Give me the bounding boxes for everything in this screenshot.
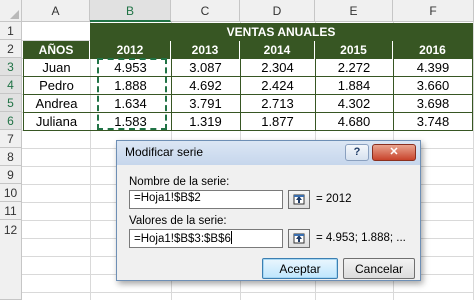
series-values-label: Valores de la serie: bbox=[129, 215, 227, 227]
series-name-collapse-button[interactable] bbox=[288, 190, 310, 209]
row-header-5[interactable]: 5 bbox=[0, 94, 22, 112]
table-border bbox=[393, 58, 394, 130]
row-header-1[interactable]: 1 bbox=[0, 22, 22, 40]
table-border bbox=[23, 58, 24, 130]
row-header-2[interactable]: 2 bbox=[0, 40, 22, 58]
table-cell[interactable]: Juan bbox=[23, 58, 90, 76]
column-header-e[interactable]: E bbox=[315, 0, 393, 22]
row-header-10[interactable]: 10 bbox=[0, 184, 22, 202]
series-values-preview: = 4.953; 1.888; ... bbox=[316, 232, 406, 244]
table-border bbox=[472, 23, 473, 130]
header-cell-2016[interactable]: 2016 bbox=[393, 41, 472, 59]
row-header-9[interactable]: 9 bbox=[0, 166, 22, 184]
column-header-f[interactable]: F bbox=[393, 0, 474, 22]
table-cell[interactable]: 3.698 bbox=[393, 94, 473, 112]
table-cell[interactable]: 3.660 bbox=[393, 76, 473, 94]
header-cell-years[interactable]: AÑOS bbox=[23, 41, 90, 59]
table-cell[interactable]: 1.884 bbox=[315, 76, 393, 94]
edit-series-dialog: Modificar serie ? ✕ Nombre de la serie: … bbox=[116, 140, 421, 281]
table-cell[interactable]: 2.713 bbox=[240, 94, 315, 112]
column-header-c[interactable]: C bbox=[171, 0, 240, 22]
header-cell-2013[interactable]: 2013 bbox=[171, 41, 240, 59]
table-cell[interactable]: 2.272 bbox=[315, 58, 393, 76]
header-cell-2014[interactable]: 2014 bbox=[240, 41, 315, 59]
series-values-field[interactable]: =Hoja1!$B$3:$B$6 bbox=[129, 229, 283, 248]
range-collapse-icon bbox=[293, 194, 305, 205]
table-cell[interactable]: Juliana bbox=[23, 112, 90, 130]
table-title[interactable]: VENTAS ANUALES bbox=[90, 23, 472, 41]
row-header-7[interactable]: 7 bbox=[0, 130, 22, 148]
dialog-title: Modificar serie bbox=[125, 145, 204, 159]
row-header-8[interactable]: 8 bbox=[0, 148, 22, 166]
header-cell-2015[interactable]: 2015 bbox=[315, 41, 393, 59]
row-header-6[interactable]: 6 bbox=[0, 112, 22, 130]
column-header-a[interactable]: A bbox=[22, 0, 90, 22]
series-name-preview: = 2012 bbox=[316, 193, 352, 205]
table-cell[interactable]: 1.877 bbox=[240, 112, 315, 130]
row-header-4[interactable]: 4 bbox=[0, 76, 22, 94]
select-all-corner[interactable] bbox=[0, 0, 22, 22]
table-border bbox=[23, 94, 473, 95]
range-collapse-icon bbox=[293, 233, 305, 244]
row-header-12[interactable]: 12 bbox=[0, 220, 22, 300]
table-cell[interactable]: 3.748 bbox=[393, 112, 473, 130]
table-border bbox=[23, 76, 473, 77]
table-border bbox=[315, 58, 316, 130]
table-cell[interactable]: 4.399 bbox=[393, 58, 473, 76]
table-cell[interactable]: Andrea bbox=[23, 94, 90, 112]
help-button[interactable]: ? bbox=[345, 144, 369, 161]
table-cell[interactable]: 2.304 bbox=[240, 58, 315, 76]
table-cell[interactable]: 1.319 bbox=[171, 112, 240, 130]
table-cell[interactable]: Pedro bbox=[23, 76, 90, 94]
table-cell[interactable]: 3.087 bbox=[171, 58, 240, 76]
table-cell[interactable]: 4.692 bbox=[171, 76, 240, 94]
table-border bbox=[240, 58, 241, 130]
column-header-d[interactable]: D bbox=[240, 0, 315, 22]
selected-range-marquee bbox=[97, 58, 167, 130]
table-border bbox=[23, 112, 473, 113]
table-cell[interactable]: 4.302 bbox=[315, 94, 393, 112]
column-header-b[interactable]: B bbox=[90, 0, 171, 22]
row-header-11[interactable]: 11 bbox=[0, 202, 22, 220]
series-name-field[interactable]: =Hoja1!$B$2 bbox=[129, 190, 283, 209]
series-values-collapse-button[interactable] bbox=[288, 229, 310, 248]
header-cell-2012[interactable]: 2012 bbox=[90, 41, 171, 59]
table-border bbox=[171, 58, 172, 130]
table-cell[interactable]: 3.791 bbox=[171, 94, 240, 112]
table-border bbox=[23, 130, 473, 131]
accept-button[interactable]: Aceptar bbox=[262, 258, 338, 279]
dialog-titlebar[interactable]: Modificar serie ? ✕ bbox=[117, 141, 420, 165]
series-name-label: Nombre de la serie: bbox=[129, 176, 230, 188]
table-cell[interactable]: 2.424 bbox=[240, 76, 315, 94]
table-cell[interactable]: 4.680 bbox=[315, 112, 393, 130]
row-header-3[interactable]: 3 bbox=[0, 58, 22, 76]
cancel-button[interactable]: Cancelar bbox=[343, 258, 415, 279]
close-button[interactable]: ✕ bbox=[372, 144, 416, 161]
